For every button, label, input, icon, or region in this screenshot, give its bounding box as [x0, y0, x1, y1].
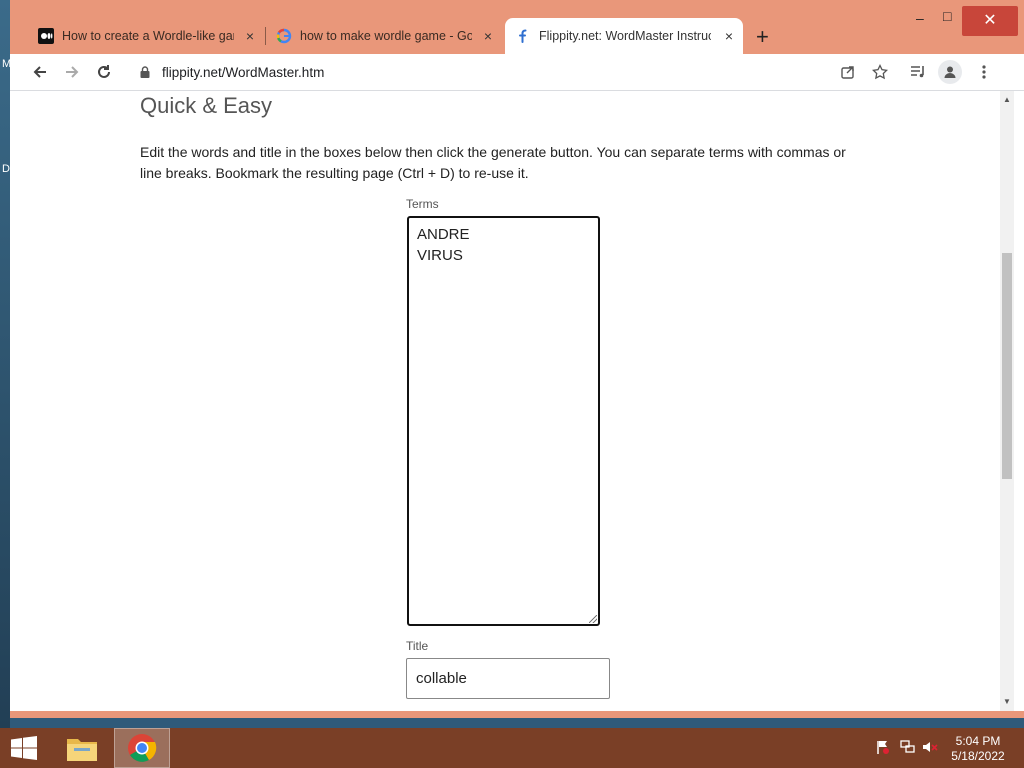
action-center-flag-icon[interactable] — [876, 740, 890, 757]
menu-icon[interactable] — [972, 60, 996, 84]
desktop-background — [0, 0, 10, 728]
title-input[interactable]: collable — [406, 658, 610, 699]
profile-icon[interactable] — [938, 60, 962, 84]
tab-google-search[interactable]: how to make wordle game - Google × — [266, 18, 502, 54]
reload-icon[interactable] — [92, 60, 116, 84]
tab-label: Flippity.net: WordMaster Instructions — [539, 29, 711, 43]
desktop-icon-label-d[interactable]: D — [2, 163, 10, 175]
close-tab-icon[interactable]: × — [484, 28, 492, 44]
scroll-up-icon[interactable]: ▲ — [1003, 95, 1011, 104]
resize-handle-icon[interactable] — [589, 615, 597, 623]
close-tab-icon[interactable]: × — [246, 28, 254, 44]
new-tab-icon[interactable]: + — [756, 24, 769, 50]
instructions-text: Edit the words and title in the boxes be… — [140, 144, 846, 181]
google-icon — [276, 28, 292, 44]
term-line: VIRUS — [417, 247, 463, 264]
windows-start-icon[interactable] — [10, 736, 38, 760]
clock-time: 5:04 PM — [955, 734, 1001, 748]
maximize-icon[interactable]: □ — [943, 8, 951, 24]
term-line: ANDRE — [417, 226, 470, 243]
scroll-thumb[interactable] — [1002, 253, 1012, 479]
network-icon[interactable] — [900, 740, 916, 757]
close-window-button[interactable]: ✕ — [962, 6, 1018, 36]
vertical-scrollbar[interactable]: ▲ ▼ — [1000, 91, 1014, 711]
scroll-down-icon[interactable]: ▼ — [1003, 697, 1011, 706]
close-tab-icon[interactable]: × — [725, 28, 733, 44]
chrome-taskbar-icon[interactable] — [114, 728, 170, 768]
section-heading: Quick & Easy — [140, 93, 273, 118]
browser-toolbar: flippity.net/WordMaster.htm — [10, 54, 1024, 91]
browser-window: How to create a Wordle-like game × how t… — [10, 0, 1024, 718]
volume-muted-icon[interactable] — [922, 740, 938, 757]
terms-label: Terms — [406, 197, 439, 211]
flippity-icon — [515, 28, 531, 44]
url-text: flippity.net/WordMaster.htm — [162, 64, 325, 80]
address-bar[interactable]: flippity.net/WordMaster.htm — [130, 58, 890, 86]
forward-icon[interactable] — [60, 60, 84, 84]
medium-icon — [38, 28, 54, 44]
back-icon[interactable] — [28, 60, 52, 84]
system-clock[interactable]: 5:04 PM 5/18/2022 — [948, 734, 1008, 764]
tab-flippity[interactable]: Flippity.net: WordMaster Instructions × — [505, 18, 743, 54]
taskbar: 5:04 PM 5/18/2022 — [0, 728, 1024, 768]
minimize-icon[interactable]: – — [916, 10, 924, 26]
file-explorer-icon[interactable] — [54, 728, 110, 768]
terms-textarea[interactable]: ANDRE VIRUS — [407, 216, 600, 626]
clock-date: 5/18/2022 — [951, 749, 1005, 763]
share-icon[interactable] — [836, 60, 860, 84]
tab-label: How to create a Wordle-like game — [62, 29, 234, 43]
reading-list-icon[interactable] — [906, 60, 930, 84]
tab-label: how to make wordle game - Google — [300, 29, 472, 43]
tab-wordle-article[interactable]: How to create a Wordle-like game × — [28, 18, 264, 54]
title-label: Title — [406, 639, 429, 653]
tab-strip: How to create a Wordle-like game × how t… — [10, 0, 1024, 54]
bookmark-star-icon[interactable] — [868, 60, 892, 84]
page-content: Quick & Easy Edit the words and title in… — [10, 91, 1024, 711]
lock-icon[interactable] — [140, 66, 152, 78]
